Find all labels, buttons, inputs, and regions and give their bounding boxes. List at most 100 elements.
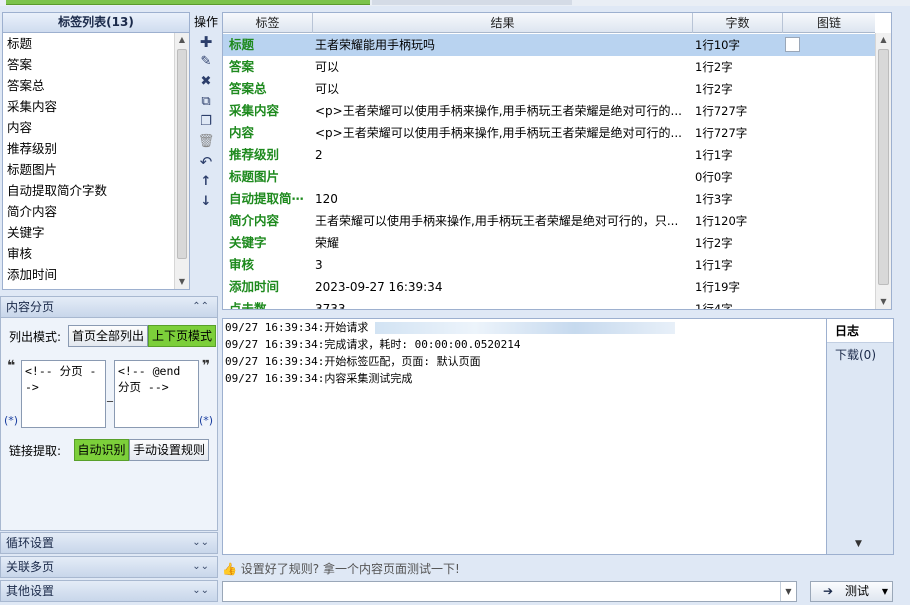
log-line: 09/27 16:39:34:内容采集测试完成 [223,370,826,387]
loop-settings-section[interactable]: 循环设置 ⌄⌄ [0,532,218,554]
scroll-up-icon[interactable]: ▲ [175,33,189,47]
grid-row[interactable]: 添加时间 2023-09-27 16:39:34 1行19字 [223,276,875,298]
tag-list-item[interactable]: 标题图片 [3,159,175,180]
multi-page-section[interactable]: 关联多页 ⌄⌄ [0,556,218,578]
delete-icon[interactable]: ✖ [192,72,220,92]
grid-row[interactable]: 内容 <p>王者荣耀可以使用手柄来操作,用手柄玩王者荣耀是绝对可行的... 1行72… [223,122,875,144]
row-count: 1行4字 [695,302,733,310]
log-text: 09/27 16:39:34:内容采集测试完成 [225,372,413,385]
row-result: 王者荣耀可以使用手柄来操作,用手柄玩王者荣耀是绝对可行的，只... [315,214,679,228]
auto-detect-button[interactable]: 自动识别 [74,439,129,461]
download-tab[interactable]: 下载(0) [827,343,893,367]
row-result [315,166,687,188]
tag-list-item[interactable]: 答案总 [3,75,175,96]
header-label[interactable]: 标签 [223,13,313,33]
other-settings-section[interactable]: 其他设置 ⌄⌄ [0,580,218,602]
next-step-tab[interactable] [372,0,572,5]
mode-all-button[interactable]: 首页全部列出 [68,325,148,347]
tag-list-item[interactable]: 关键字 [3,222,175,243]
grid-row[interactable]: 点击数 3733 1行4字 [223,298,875,310]
row-label: 标题 [229,37,255,52]
result-grid: 标签 结果 字数 图链 标题 王者荣耀能用手柄玩吗 1行10字 答案 可以 1行2字 答案总… [222,12,892,310]
scroll-down-icon[interactable]: ▼ [855,539,862,549]
grid-row[interactable]: 关键字 荣耀 1行2字 [223,232,875,254]
grid-row[interactable]: 标题图片 0行0字 [223,166,875,188]
grid-row[interactable]: 答案总 可以 1行2字 [223,78,875,100]
row-label: 添加时间 [229,279,280,294]
row-result: <p>王者荣耀可以使用手柄来操作,用手柄玩王者荣耀是绝对可行的... [315,104,682,118]
test-button[interactable]: ➔ 测试 ▼ [810,581,893,602]
header-link[interactable]: 图链 [783,13,875,33]
scroll-thumb[interactable] [177,49,187,259]
page-start-marker-input[interactable]: <!-- 分页 --> [21,360,106,428]
log-line: 09/27 16:39:34:开始请求 [223,319,826,336]
grid-row[interactable]: 采集内容 <p>王者荣耀可以使用手柄来操作,用手柄玩王者荣耀是绝对可行的... 1行… [223,100,875,122]
scroll-up-icon[interactable]: ▲ [876,33,891,47]
header-result[interactable]: 结果 [313,13,693,33]
trash-icon[interactable]: 🗑 [192,132,220,152]
grid-row[interactable]: 审核 3 1行1字 [223,254,875,276]
row-result: 荣耀 [315,236,340,250]
tag-list-item[interactable]: 推荐级别 [3,138,175,159]
grid-row[interactable]: 自动提取简⋯ 120 1行3字 [223,188,875,210]
add-icon[interactable]: ✚ [192,32,220,52]
edit-icon[interactable]: ✎ [192,52,220,72]
row-result: <p>王者荣耀可以使用手柄来操作,用手柄玩王者荣耀是绝对可行的... [315,126,682,140]
expand-icon[interactable]: ⌄⌄ [192,533,209,553]
log-line: 09/27 16:39:34:完成请求，耗时: 00:00:00.0520214 [223,336,826,353]
wildcard-start-icon[interactable]: (*) [4,414,18,427]
test-url-combo[interactable]: ▼ [222,581,797,602]
image-link-checkbox[interactable] [785,37,800,52]
grid-row[interactable]: 简介内容 王者荣耀可以使用手柄来操作,用手柄玩王者荣耀是绝对可行的，只... 1行1… [223,210,875,232]
tag-list-item[interactable]: 内容 [3,117,175,138]
log-text: 09/27 16:39:34:完成请求，耗时: 00:00:00.0520214 [225,338,521,351]
paste-icon[interactable]: ❐ [192,112,220,132]
row-label: 内容 [229,125,255,140]
tag-list-item[interactable]: 添加时间 [3,264,175,285]
scroll-down-icon[interactable]: ▼ [175,275,189,289]
move-down-icon[interactable]: ↓ [192,192,220,212]
row-count: 1行2字 [695,82,733,96]
tag-list-scrollbar[interactable]: ▲ ▼ [174,33,189,289]
tag-list-item[interactable]: 采集内容 [3,96,175,117]
scroll-down-icon[interactable]: ▼ [876,295,891,309]
tag-list-item[interactable]: 标题 [3,33,175,54]
tag-list-item[interactable]: 简介内容 [3,201,175,222]
content-page-body: 列出模式: 首页全部列出 上下页模式 ❝ <!-- 分页 --> _ <!-- … [0,318,218,531]
content-page-section-header[interactable]: 内容分页 ⌃⌃ [0,296,218,318]
grid-scrollbar[interactable]: ▲ ▼ [875,33,891,309]
dropdown-arrow-icon[interactable]: ▼ [882,582,888,601]
grid-row[interactable]: 标题 王者荣耀能用手柄玩吗 1行10字 [223,34,875,56]
scroll-thumb[interactable] [878,49,889,285]
wildcard-end-icon[interactable]: (*) [199,414,213,427]
tag-list-item[interactable]: 审核 [3,243,175,264]
row-count: 1行120字 [695,214,748,228]
collapse-icon[interactable]: ⌃⌃ [192,297,209,317]
dropdown-arrow-icon[interactable]: ▼ [780,582,796,601]
redacted-url [374,322,675,334]
row-label: 推荐级别 [229,147,280,162]
multi-page-label: 关联多页 [6,560,55,574]
log-tab[interactable]: 日志 [827,319,893,343]
active-step-tab[interactable] [6,0,370,5]
content-page-title: 内容分页 [6,300,55,314]
undo-icon[interactable]: ↶ [192,152,220,172]
link-extract-label: 链接提取: [9,444,62,458]
row-label: 答案总 [229,81,267,96]
expand-icon[interactable]: ⌄⌄ [192,557,209,577]
test-button-label: 测试 [845,584,870,598]
grid-row[interactable]: 答案 可以 1行2字 [223,56,875,78]
move-up-icon[interactable]: ↑ [192,172,220,192]
row-result: 2 [315,148,323,162]
header-count[interactable]: 字数 [693,13,783,33]
page-end-marker-input[interactable]: <!-- @end 分页 --> [114,360,199,428]
row-result: 120 [315,192,338,206]
log-text: 09/27 16:39:34:开始请求 [225,321,375,334]
copy-icon[interactable]: ⧉ [192,92,220,112]
grid-row[interactable]: 推荐级别 2 1行1字 [223,144,875,166]
mode-updown-button[interactable]: 上下页模式 [148,325,216,347]
manual-rule-button[interactable]: 手动设置规则 [129,439,209,461]
tag-list-item[interactable]: 自动提取简介字数 [3,180,175,201]
tag-list-item[interactable]: 答案 [3,54,175,75]
expand-icon[interactable]: ⌄⌄ [192,581,209,601]
